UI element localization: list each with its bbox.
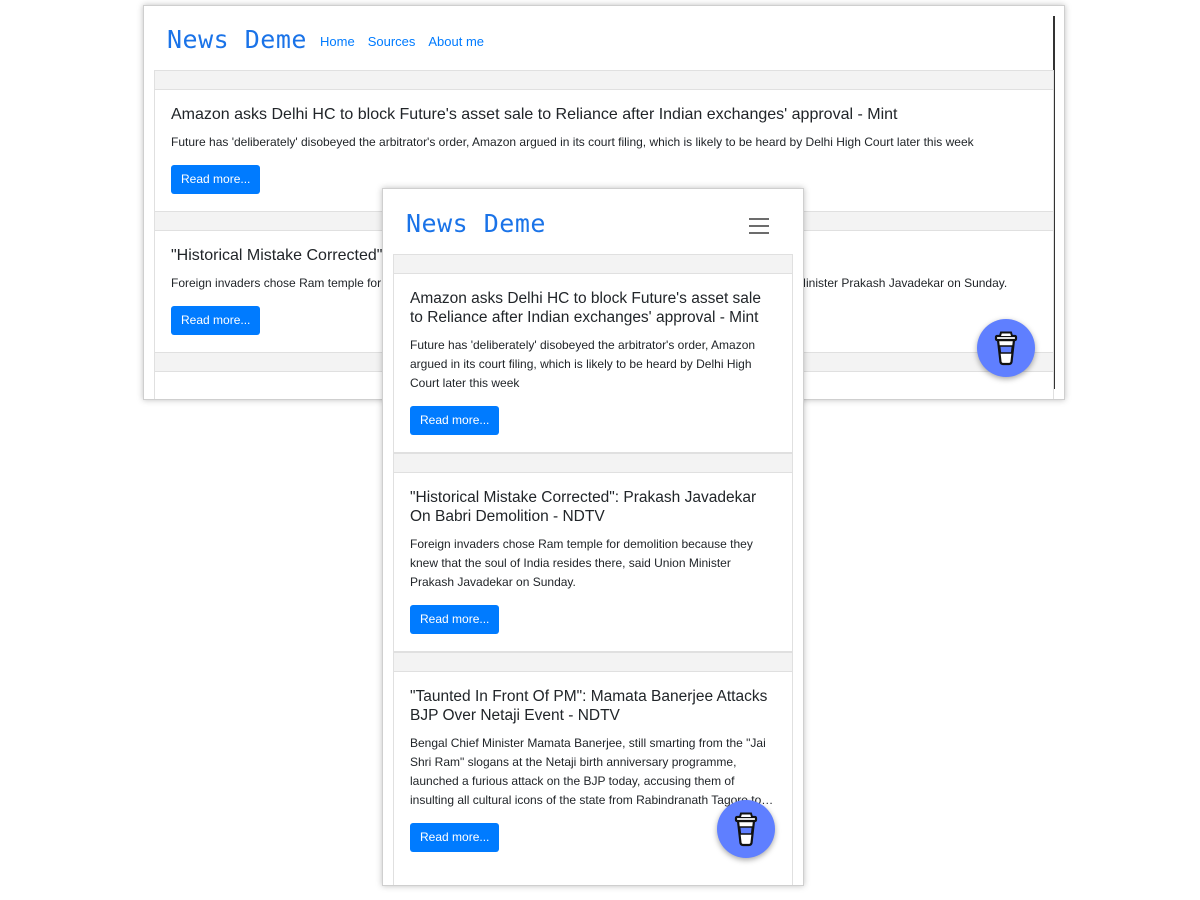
mobile-view: News Deme Amazon asks Delhi HC to block … — [382, 188, 804, 886]
article-title: "Historical Mistake Corrected": Prakash … — [410, 489, 757, 525]
article-card: "Historical Mistake Corrected": Prakash … — [393, 453, 793, 652]
brand-logo[interactable]: News Deme — [406, 209, 546, 238]
navbar: Home Sources About me — [320, 34, 484, 49]
nav-about-link[interactable]: About me — [428, 34, 484, 49]
article-description: Future has 'deliberately' disobeyed the … — [410, 338, 756, 390]
brand-logo[interactable]: News Deme — [167, 25, 307, 54]
article-title: "Taunted In Front Of PM": Mamata Banerje… — [410, 688, 768, 724]
buy-me-coffee-button[interactable] — [977, 319, 1035, 377]
card-header — [394, 255, 792, 274]
hamburger-menu-icon[interactable] — [749, 218, 769, 234]
read-more-button[interactable]: Read more... — [410, 605, 500, 634]
card-header — [394, 454, 792, 473]
article-description: Future has 'deliberately' disobeyed the … — [171, 135, 974, 149]
article-description: Foreign invaders chose Ram temple for de… — [410, 537, 753, 589]
card-header — [155, 71, 1053, 90]
read-more-button[interactable]: Read more... — [410, 406, 500, 435]
read-more-button[interactable]: Read more... — [171, 165, 261, 194]
nav-sources-link[interactable]: Sources — [368, 34, 416, 49]
coffee-cup-icon — [734, 812, 758, 847]
article-card: Amazon asks Delhi HC to block Future's a… — [393, 254, 793, 453]
card-header — [394, 653, 792, 672]
read-more-button[interactable]: Read more... — [171, 306, 261, 335]
buy-me-coffee-button[interactable] — [717, 800, 775, 858]
read-more-button[interactable]: Read more... — [410, 823, 500, 852]
nav-home-link[interactable]: Home — [320, 34, 355, 49]
article-title: Amazon asks Delhi HC to block Future's a… — [410, 290, 761, 326]
coffee-cup-icon — [994, 331, 1018, 366]
article-title: Amazon asks Delhi HC to block Future's a… — [171, 106, 898, 123]
article-description: Bengal Chief Minister Mamata Banerjee, s… — [410, 736, 774, 807]
